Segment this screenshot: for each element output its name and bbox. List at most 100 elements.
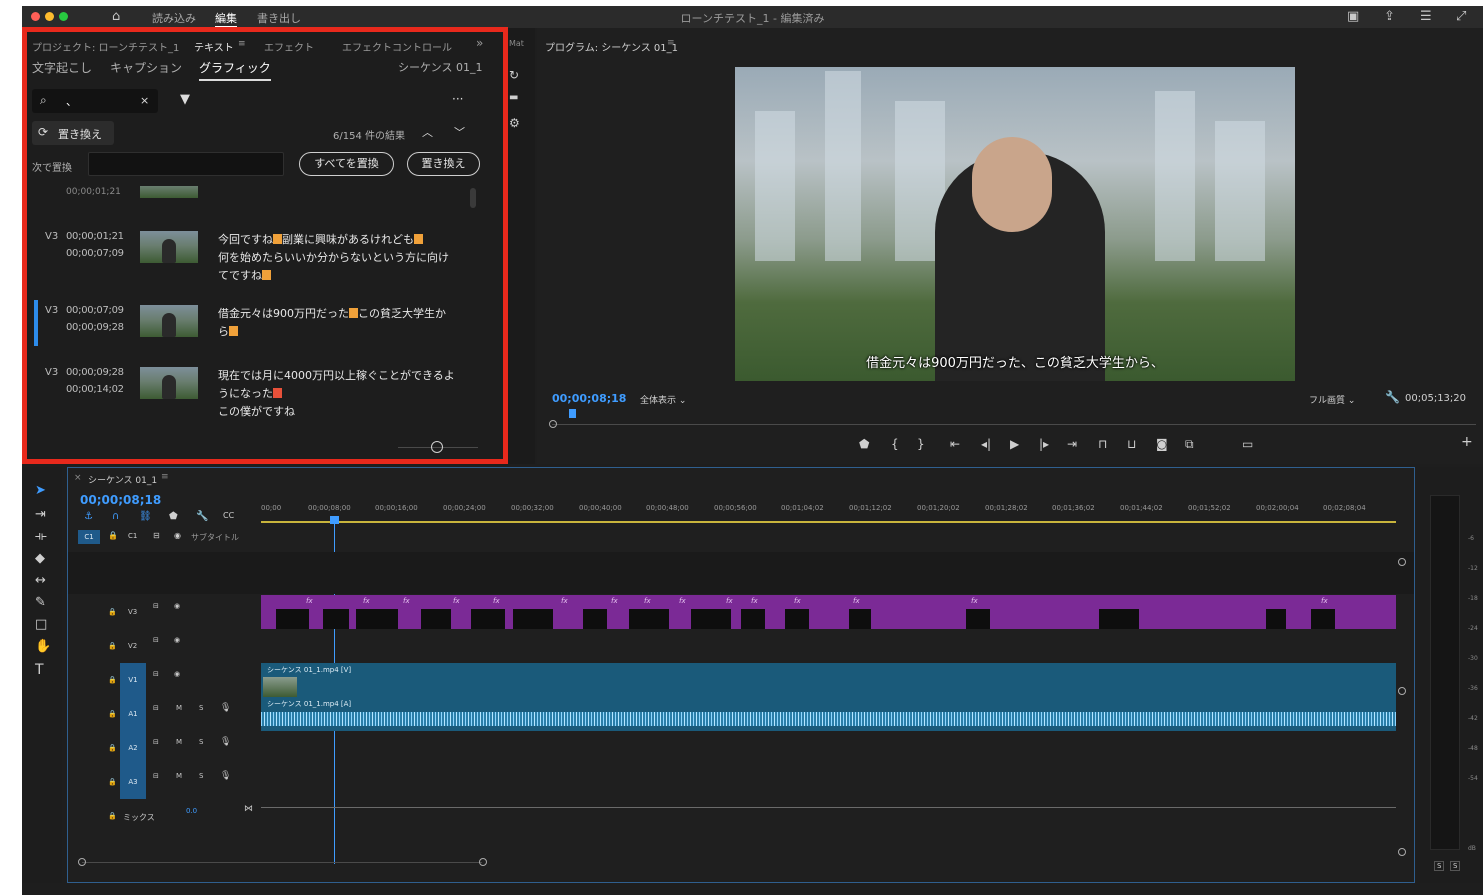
search-box[interactable]: ⌕ × xyxy=(32,89,158,113)
track-select-icon[interactable]: ⇥ xyxy=(35,507,46,522)
solo-right-button[interactable]: S xyxy=(1450,861,1461,871)
mute-button[interactable]: M xyxy=(176,772,182,780)
add-button-icon[interactable]: + xyxy=(1461,434,1473,450)
sync-lock-icon[interactable]: ⊟ xyxy=(153,704,159,712)
results-scrollbar[interactable] xyxy=(470,188,476,208)
collapsed-tab[interactable]: Mat xyxy=(509,39,524,48)
track-target-a1[interactable]: A1 xyxy=(120,697,146,731)
tab-menu-icon[interactable]: ≡ xyxy=(238,39,246,49)
lock-icon[interactable]: 🔒 xyxy=(108,531,118,540)
scrub-start-handle[interactable] xyxy=(549,420,557,428)
scroll-left-handle[interactable] xyxy=(78,858,86,866)
clear-search-icon[interactable]: × xyxy=(140,94,149,107)
search-input[interactable] xyxy=(66,94,136,108)
step-forward-icon[interactable]: |▸ xyxy=(1039,437,1049,451)
sequence-tab[interactable]: シーケンス 01_1 xyxy=(88,473,157,486)
folder-icon[interactable]: ▬ xyxy=(509,92,518,103)
captions-icon[interactable]: CC xyxy=(223,511,234,520)
timeline-horizontal-scrollbar[interactable] xyxy=(82,862,482,863)
track-target-a2[interactable]: A2 xyxy=(120,731,146,765)
track-target-v1[interactable]: V1 xyxy=(120,663,146,697)
timeline-settings-icon[interactable]: 🔧 xyxy=(196,511,208,522)
lock-icon[interactable]: 🔒 xyxy=(108,676,117,684)
timeline-playhead-handle[interactable] xyxy=(330,516,339,524)
mix-end-icon[interactable]: ⋈ xyxy=(244,804,253,814)
gear-icon[interactable]: ⚙ xyxy=(509,116,520,130)
close-sequence-icon[interactable]: × xyxy=(74,473,82,483)
eye-icon[interactable]: ◉ xyxy=(174,602,180,610)
lock-icon[interactable]: 🔒 xyxy=(108,812,117,820)
sync-lock-icon[interactable]: ⊟ xyxy=(153,670,159,678)
replace-button[interactable]: 置き換え xyxy=(407,152,480,176)
zoom-slider-handle[interactable] xyxy=(431,441,443,453)
program-scrub-bar[interactable] xyxy=(552,424,1476,425)
program-menu-icon[interactable]: ≡ xyxy=(667,38,675,48)
result-item[interactable]: V3 00;00;09;28 00;00;14;02 現在では月に4000万円以… xyxy=(32,367,472,427)
microphone-icon[interactable]: 🎙 xyxy=(220,737,231,747)
selection-tool-icon[interactable]: ➤ xyxy=(35,483,46,498)
vertical-scroll-handle-top[interactable] xyxy=(1398,558,1406,566)
step-back-icon[interactable]: ◂| xyxy=(981,437,991,451)
type-tool-icon[interactable]: T xyxy=(35,662,44,678)
export-frame-icon[interactable]: ◙ xyxy=(1156,437,1168,451)
microphone-icon[interactable]: 🎙 xyxy=(220,771,231,781)
tab-effect-controls[interactable]: エフェクトコントロール xyxy=(342,39,452,54)
workspace-icon[interactable]: ▣ xyxy=(1347,9,1359,24)
program-timecode[interactable]: 00;00;08;18 xyxy=(552,392,626,405)
track-target-a3[interactable]: A3 xyxy=(120,765,146,799)
graphics-clips-v3[interactable]: fx fx fx fx fx fx fx fx fx fx fx fx fx f… xyxy=(261,595,1396,629)
tab-effects[interactable]: エフェクト xyxy=(264,39,314,54)
sequence-menu-icon[interactable]: ≡ xyxy=(161,472,169,482)
mute-button[interactable]: M xyxy=(176,738,182,746)
quality-dropdown[interactable]: フル画質 ⌄ xyxy=(1309,393,1355,406)
sync-lock-icon[interactable]: ⊟ xyxy=(153,531,160,540)
solo-button[interactable]: S xyxy=(199,772,203,780)
eye-icon[interactable]: ◉ xyxy=(174,670,180,678)
rectangle-tool-icon[interactable]: □ xyxy=(35,617,47,632)
solo-button[interactable]: S xyxy=(199,738,203,746)
hand-tool-icon[interactable]: ✋ xyxy=(35,639,51,654)
add-marker-icon[interactable]: ⬟ xyxy=(859,437,869,451)
fit-dropdown[interactable]: 全体表示 ⌄ xyxy=(640,393,686,406)
lock-icon[interactable]: 🔒 xyxy=(108,642,117,650)
slip-tool-icon[interactable]: ↔ xyxy=(35,573,46,588)
replace-all-button[interactable]: すべてを置換 xyxy=(299,152,394,176)
subtab-graphics[interactable]: グラフィック xyxy=(199,59,271,81)
eye-icon[interactable]: ◉ xyxy=(174,531,181,540)
tab-project[interactable]: プロジェクト: ローンチテスト_1 xyxy=(32,39,179,54)
audio-clip-a1[interactable]: シーケンス 01_1.mp4 [A] xyxy=(261,697,1396,731)
wrench-icon[interactable]: 🔧 xyxy=(1385,390,1400,404)
subtab-transcript[interactable]: 文字起こし xyxy=(32,59,92,76)
mark-in-icon[interactable]: { xyxy=(891,437,899,451)
more-options-icon[interactable]: ··· xyxy=(452,92,463,106)
lock-icon[interactable]: 🔒 xyxy=(108,608,117,616)
play-icon[interactable]: ▶ xyxy=(1010,437,1019,451)
vertical-scroll-handle-mid[interactable] xyxy=(1398,687,1406,695)
eye-icon[interactable]: ◉ xyxy=(174,636,180,644)
loop-icon[interactable]: ↻ xyxy=(509,68,519,82)
linked-selection-icon[interactable]: ⛓ xyxy=(139,511,152,522)
safe-margins-icon[interactable]: ▭ xyxy=(1242,437,1253,451)
more-tabs-icon[interactable]: » xyxy=(476,36,483,50)
sync-lock-icon[interactable]: ⊟ xyxy=(153,602,159,610)
previous-result-icon[interactable]: ︿ xyxy=(422,124,433,140)
replace-toggle-button[interactable]: ⟳ 置き換え xyxy=(32,121,114,145)
microphone-icon[interactable]: 🎙 xyxy=(220,703,231,713)
work-area-bar[interactable] xyxy=(261,521,1396,523)
lock-icon[interactable]: 🔒 xyxy=(108,710,117,718)
subtab-captions[interactable]: キャプション xyxy=(110,59,182,76)
program-playhead[interactable] xyxy=(569,409,576,418)
mute-button[interactable]: M xyxy=(176,704,182,712)
solo-left-button[interactable]: S xyxy=(1434,861,1445,871)
lock-icon[interactable]: 🔒 xyxy=(108,744,117,752)
sync-lock-icon[interactable]: ⊟ xyxy=(153,772,159,780)
lift-icon[interactable]: ⊓ xyxy=(1098,437,1107,451)
snap-icon[interactable]: ∩ xyxy=(112,511,119,522)
go-to-out-icon[interactable]: ⇥ xyxy=(1067,437,1077,451)
sync-lock-icon[interactable]: ⊟ xyxy=(153,636,159,644)
insert-sequence-icon[interactable]: ⚓ xyxy=(84,511,93,522)
comparison-view-icon[interactable]: ⧉ xyxy=(1185,437,1194,452)
go-to-in-icon[interactable]: ⇤ xyxy=(950,437,960,451)
scroll-right-handle[interactable] xyxy=(479,858,487,866)
track-target-c1[interactable]: C1 xyxy=(78,530,100,544)
